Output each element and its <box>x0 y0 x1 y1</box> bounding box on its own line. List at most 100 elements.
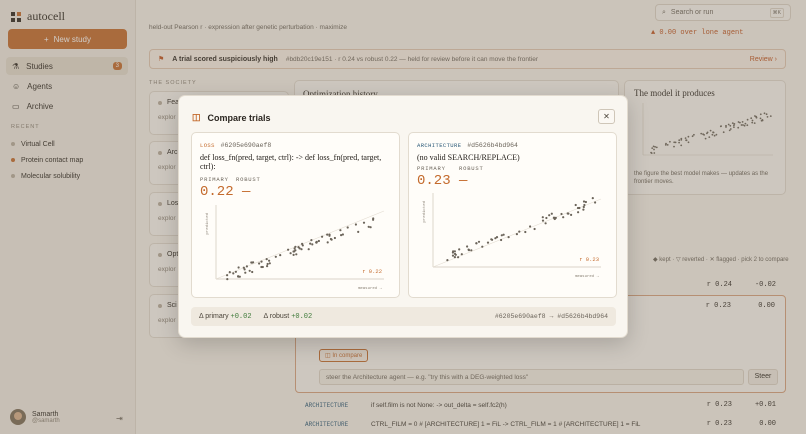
scatter-point <box>574 203 577 207</box>
scatter-point <box>594 201 597 204</box>
agent-tag: ARCHITECTURE <box>417 142 462 149</box>
scatter-point <box>310 239 313 242</box>
scatter-point <box>333 236 336 240</box>
robust-value: — <box>459 173 468 189</box>
trial-header: LOSS #6205e690aef8 <box>200 142 271 149</box>
primary-value: 0.22 <box>200 184 234 200</box>
scatter-point <box>309 242 312 245</box>
scatter-point <box>576 206 580 210</box>
scatter-point <box>295 253 298 256</box>
scatter-point <box>529 225 532 228</box>
scatter-point <box>266 262 269 266</box>
scatter-point <box>294 245 297 248</box>
robust-label: ROBUST <box>459 165 484 172</box>
scatter-point <box>458 248 461 251</box>
scatter-point <box>357 230 360 233</box>
scatter-point <box>500 234 503 237</box>
scatter-point <box>452 250 455 253</box>
trial-header: ARCHITECTURE #d5626b4bd964 <box>417 142 518 149</box>
scatter-point <box>362 221 366 224</box>
scatter-point <box>475 242 478 245</box>
scatter-point <box>260 265 263 269</box>
primary-label: PRIMARY <box>417 165 446 172</box>
scatter-point <box>268 259 271 262</box>
scatter-point <box>298 247 301 250</box>
scatter-point <box>584 200 587 204</box>
scatter-point <box>545 216 548 220</box>
delta-robust: Δ robust +0.02 <box>264 313 313 321</box>
delta-robust-value: +0.02 <box>291 312 313 321</box>
scatter-point <box>451 254 455 257</box>
scatter-point <box>289 252 292 255</box>
scatter-point <box>560 212 563 216</box>
close-icon: ✕ <box>603 112 610 121</box>
scatter-point <box>453 256 456 259</box>
scatter-point <box>346 226 349 229</box>
diagonal-line <box>215 210 385 280</box>
scatter-point <box>237 266 240 269</box>
delta-primary-label: Δ primary <box>199 312 229 320</box>
scatter-point <box>548 214 551 217</box>
scatter-point <box>265 258 268 261</box>
trial-hash: #6205e690aef8 <box>220 142 272 149</box>
scatter-point <box>228 271 231 274</box>
x-axis-label: measured → <box>575 274 600 279</box>
scatter-point <box>533 227 536 231</box>
scatter-point <box>446 259 449 262</box>
x-axis-label: measured → <box>358 286 383 291</box>
plot-r-label: r 0.23 <box>579 256 599 263</box>
scatter-plot: predicted measured → r 0.23 <box>422 193 602 279</box>
scatter-point <box>500 238 503 242</box>
scatter-point <box>372 218 375 221</box>
scatter-point <box>518 230 521 233</box>
compare-icon: ◫ <box>192 112 201 122</box>
close-button[interactable]: ✕ <box>598 109 615 124</box>
compare-trials-modal: ◫ Compare trials ✕ LOSS #6205e690aef8 de… <box>178 95 628 338</box>
modal-title-text: Compare trials <box>207 112 271 123</box>
trial-card-right: ARCHITECTURE #d5626b4bd964 (no valid SEA… <box>408 132 617 298</box>
scatter-point <box>577 211 580 214</box>
scatter-point <box>301 242 304 245</box>
scatter-point <box>570 213 573 216</box>
scatter-point <box>467 249 471 252</box>
scatter-point <box>251 270 254 274</box>
comparison-summary: Δ primary +0.02 Δ robust +0.02 #6205e690… <box>191 307 616 326</box>
scatter-point <box>583 203 586 207</box>
code-diff: def loss_fn(pred, target, ctrl): -> def … <box>200 153 382 172</box>
delta-robust-label: Δ robust <box>263 312 290 320</box>
scatter-point <box>248 269 251 272</box>
scatter-point <box>591 197 594 200</box>
scatter-point <box>541 216 544 219</box>
robust-label: ROBUST <box>236 176 261 183</box>
delta-primary-value: +0.02 <box>230 312 252 321</box>
agent-tag: LOSS <box>200 142 215 149</box>
scatter-point <box>244 271 247 274</box>
trial-hash: #d5626b4bd964 <box>467 142 518 149</box>
scatter-point <box>486 241 490 244</box>
scatter-point <box>544 222 547 225</box>
scatter-point <box>515 233 518 236</box>
scatter-point <box>330 238 333 241</box>
scatter-point <box>369 226 372 229</box>
scatter-point <box>232 272 235 275</box>
scatter-point <box>495 236 499 239</box>
scatter-point <box>507 236 510 239</box>
scatter-point <box>477 240 481 243</box>
code-diff: (no valid SEARCH/REPLACE) <box>417 153 520 162</box>
scatter-point <box>562 216 565 219</box>
scatter-point <box>550 212 553 215</box>
scatter-point <box>466 245 469 248</box>
scatter-point <box>457 256 460 259</box>
primary-label: PRIMARY <box>200 176 229 183</box>
modal-title: ◫ Compare trials <box>192 112 271 123</box>
scatter-point <box>470 249 473 252</box>
scatter-point <box>354 223 357 226</box>
scatter-point <box>287 248 290 251</box>
scatter-point <box>315 241 318 244</box>
scatter-point <box>524 230 527 234</box>
scatter-point <box>258 262 261 265</box>
delta-primary: Δ primary +0.02 <box>199 313 252 321</box>
scatter-point <box>453 252 457 255</box>
plot-r-label: r 0.22 <box>362 268 382 275</box>
scatter-point <box>582 208 585 211</box>
